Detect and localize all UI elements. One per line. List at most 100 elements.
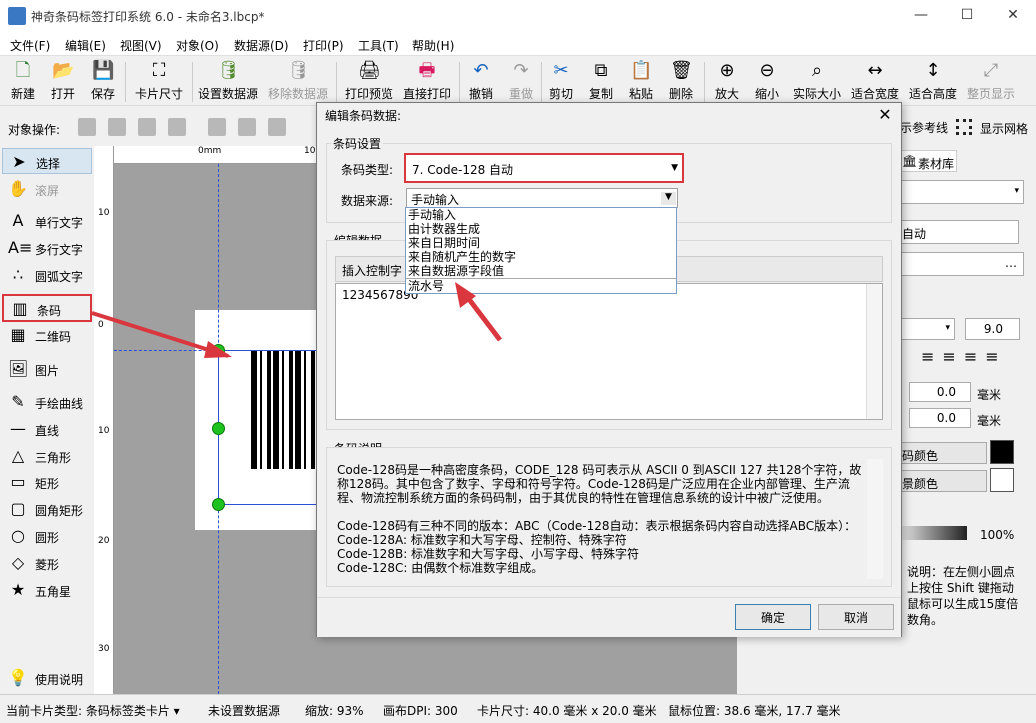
browse-button[interactable]: … [897, 252, 1024, 276]
align-left-icon[interactable] [208, 118, 226, 136]
barcode-type-select[interactable]: 7. Code-128 自动 ▼ [404, 153, 684, 183]
menu-view[interactable]: 视图(V) [120, 37, 162, 54]
paste-button[interactable]: 📋 粘贴 [624, 56, 658, 106]
tool-arc-text[interactable]: ∴ 圆弧文字 [2, 262, 92, 288]
source-option-counter[interactable]: 由计数器生成 [406, 222, 676, 236]
zoom-out-button[interactable]: ⊖ 缩小 [750, 56, 784, 106]
tab-materials[interactable]: 🏛 素材库 [897, 150, 957, 172]
tool-freehand[interactable]: ✎ 手绘曲线 [2, 389, 92, 415]
menu-edit[interactable]: 编辑(E) [65, 37, 106, 54]
save-button[interactable]: 💾 保存 [86, 56, 120, 106]
card-size-button[interactable]: ⛶ 卡片尺寸 [131, 56, 187, 106]
database-icon: 🛢 [217, 60, 240, 81]
tool-single-text[interactable]: A 单行文字 [2, 208, 92, 234]
menu-tools[interactable]: 工具(T) [358, 37, 399, 54]
toolbar-separator [336, 62, 337, 102]
tool-multi-text[interactable]: A≡ 多行文字 [2, 235, 92, 261]
new-button[interactable]: 🗋 新建 [6, 56, 40, 106]
barcode-data-textarea[interactable]: 1234567890 [335, 283, 883, 420]
menu-object[interactable]: 对象(O) [176, 37, 219, 54]
source-option-manual[interactable]: 手动输入 [406, 208, 676, 222]
menu-file[interactable]: 文件(F) [10, 37, 50, 54]
tool-pan[interactable]: ✋ 滚屏 [2, 176, 92, 202]
align-right-icon[interactable] [268, 118, 286, 136]
resize-handle[interactable] [212, 422, 225, 435]
toolbar-separator [541, 62, 542, 102]
opacity-slider[interactable] [897, 526, 967, 540]
insert-control-char-button[interactable]: 插入控制字 [342, 262, 402, 279]
diamond-icon: ◇ [11, 553, 25, 572]
source-option-random[interactable]: 来自随机产生的数字 [406, 250, 676, 264]
source-option-serial[interactable]: 流水号 [406, 278, 676, 293]
maximize-button[interactable]: ☐ [944, 0, 990, 30]
set-datasource-button[interactable]: 🛢 设置数据源 [196, 56, 260, 106]
cancel-button[interactable]: 取消 [818, 604, 894, 630]
tool-line[interactable]: — 直线 [2, 416, 92, 442]
redo-button[interactable]: ↷ 重做 [504, 56, 538, 106]
hint-text: 说明：在左侧小圆点上按住 Shift 键拖动鼠标可以生成15度倍数角。 [907, 565, 1019, 627]
tool-qrcode[interactable]: ▦ 二维码 [2, 322, 92, 348]
menu-help[interactable]: 帮助(H) [412, 37, 454, 54]
tool-barcode[interactable]: ▥ 条码 [2, 294, 92, 322]
delete-button[interactable]: 🗑 删除 [664, 56, 698, 106]
background-color-swatch[interactable] [990, 468, 1014, 492]
opacity-value: 100% [980, 528, 1015, 542]
description-scrollbar[interactable] [867, 459, 883, 579]
data-source-select[interactable]: 手动输入 ▼ [406, 188, 678, 208]
property-select[interactable]: ▾ [897, 180, 1024, 204]
menu-datasource[interactable]: 数据源(D) [234, 37, 289, 54]
tool-rounded-rect[interactable]: ▢ 圆角矩形 [2, 496, 92, 522]
layer-up-icon[interactable] [138, 118, 156, 136]
background-color-button[interactable]: 景颜色 [897, 470, 987, 492]
tool-diamond[interactable]: ◇ 菱形 [2, 550, 92, 576]
font-mode-select[interactable]: 自动 [897, 220, 1019, 244]
barcode-selection[interactable] [218, 350, 319, 505]
menu-print[interactable]: 打印(P) [303, 37, 344, 54]
tool-star[interactable]: ★ 五角星 [2, 577, 92, 603]
full-page-button[interactable]: ⤢ 整页显示 [964, 56, 1018, 106]
fit-width-button[interactable]: ↔ 适合宽度 [848, 56, 902, 106]
tool-circle[interactable]: ○ 圆形 [2, 523, 92, 549]
source-option-datetime[interactable]: 来自日期时间 [406, 236, 676, 250]
remove-datasource-button[interactable]: 🛢 移除数据源 [266, 56, 330, 106]
x-offset-input[interactable]: 0.0 [909, 382, 971, 402]
actual-size-button[interactable]: ⌕ 实际大小 [790, 56, 844, 106]
undo-button[interactable]: ↶ 撤销 [464, 56, 498, 106]
resize-handle[interactable] [212, 498, 225, 511]
new-file-icon: 🗋 [15, 60, 31, 81]
tool-select[interactable]: ➤ 选择 [2, 148, 92, 174]
help-button[interactable]: 💡 使用说明 [2, 665, 92, 691]
text-align-buttons[interactable]: ≡≡≡≡ [921, 347, 1007, 366]
print-preview-button[interactable]: 🖨 打印预览 [342, 56, 396, 106]
align-center-icon[interactable] [238, 118, 256, 136]
y-offset-input[interactable]: 0.0 [909, 408, 971, 428]
dialog-close-icon[interactable]: ✕ [875, 105, 895, 125]
layer-down-icon[interactable] [168, 118, 186, 136]
resize-handle[interactable] [212, 344, 225, 357]
textarea-scrollbar[interactable] [866, 284, 882, 419]
send-back-icon[interactable] [108, 118, 126, 136]
tool-triangle[interactable]: △ 三角形 [2, 443, 92, 469]
tool-rectangle[interactable]: ▭ 矩形 [2, 469, 92, 495]
vertical-ruler: 10 0 10 20 30 [94, 146, 114, 694]
show-guides-button[interactable]: 示参考线 [900, 118, 948, 138]
fit-height-button[interactable]: ↕ 适合高度 [906, 56, 960, 106]
source-option-field[interactable]: 来自数据源字段值 [406, 264, 676, 278]
copy-button[interactable]: ⧉ 复制 [584, 56, 618, 106]
bring-front-icon[interactable] [78, 118, 96, 136]
zoom-in-button[interactable]: ⊕ 放大 [710, 56, 744, 106]
font-select[interactable]: ▾ [897, 318, 955, 340]
close-button[interactable]: ✕ [990, 0, 1036, 30]
open-button[interactable]: 📂 打开 [46, 56, 80, 106]
barcode-color-button[interactable]: 码颜色 [897, 442, 987, 464]
cut-button[interactable]: ✂ 剪切 [544, 56, 578, 106]
barcode-color-swatch[interactable] [990, 440, 1014, 464]
font-size-input[interactable]: 9.0 [965, 318, 1020, 340]
direct-print-button[interactable]: 🖶 直接打印 [400, 56, 454, 106]
show-grid-button[interactable]: 显示网格 [980, 120, 1028, 137]
multi-text-icon: A≡ [8, 238, 33, 257]
minimize-button[interactable]: — [898, 0, 944, 30]
card-type-selector[interactable]: 当前卡片类型: 条码标签类卡片 ▾ [6, 702, 180, 719]
ok-button[interactable]: 确定 [735, 604, 811, 630]
tool-image[interactable]: 🖼 图片 [2, 356, 92, 382]
